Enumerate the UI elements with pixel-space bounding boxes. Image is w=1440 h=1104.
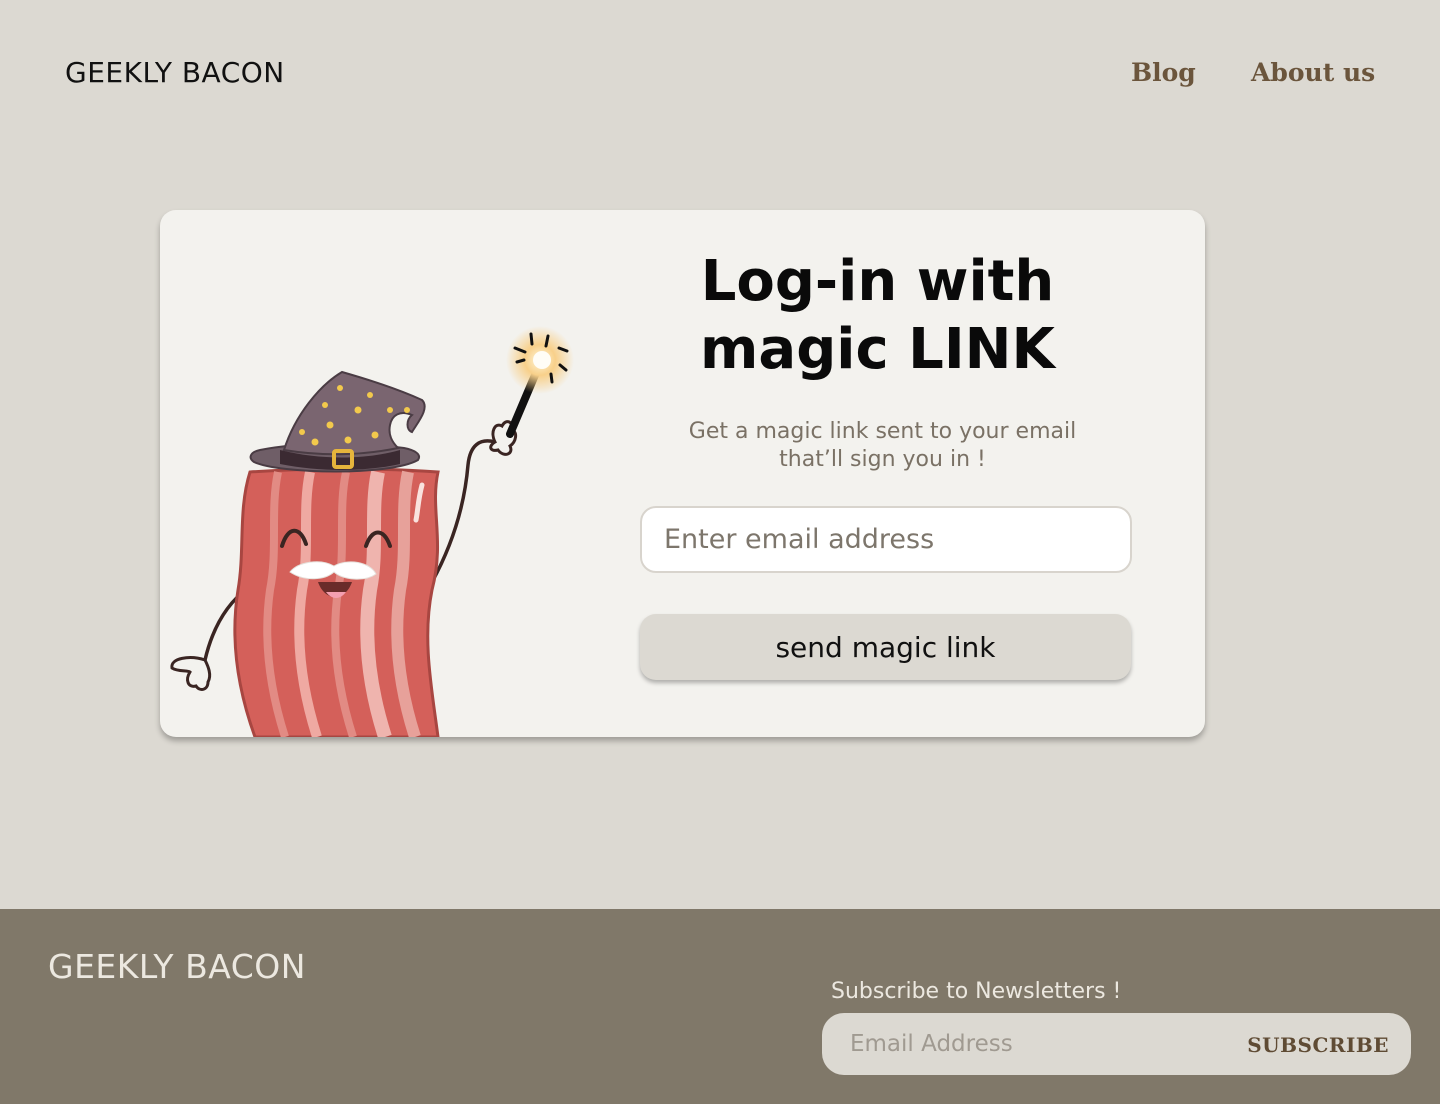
login-title-line1: Log-in with [700,249,1055,314]
login-subtitle: Get a magic link sent to your email that… [660,418,1105,474]
login-title: Log-in with magic LINK [630,248,1125,384]
site-footer: GEEKLY BACON Subscribe to Newsletters ! … [0,909,1440,1104]
login-card: Log-in with magic LINK Get a magic link … [160,210,1205,737]
newsletter-label: Subscribe to Newsletters ! [831,979,1122,1004]
send-magic-link-button[interactable]: send magic link [640,614,1131,680]
login-title-line2: magic LINK [700,317,1055,382]
bacon-wizard-icon [170,326,574,737]
nav-link-about-us[interactable]: About us [1251,58,1375,87]
email-input[interactable] [640,506,1132,573]
login-subtitle-line2: that’ll sign you in ! [779,447,986,472]
subscribe-button[interactable]: SUBSCRIBE [1247,1027,1389,1063]
newsletter-email-input[interactable] [840,1021,1220,1067]
site-logo[interactable]: GEEKLY BACON [65,56,285,89]
newsletter-form: SUBSCRIBE [822,1013,1411,1075]
footer-logo[interactable]: GEEKLY BACON [48,947,306,986]
site-header: GEEKLY BACON Blog About us [0,0,1440,150]
login-subtitle-line1: Get a magic link sent to your email [688,419,1077,444]
nav-link-blog[interactable]: Blog [1131,58,1196,87]
